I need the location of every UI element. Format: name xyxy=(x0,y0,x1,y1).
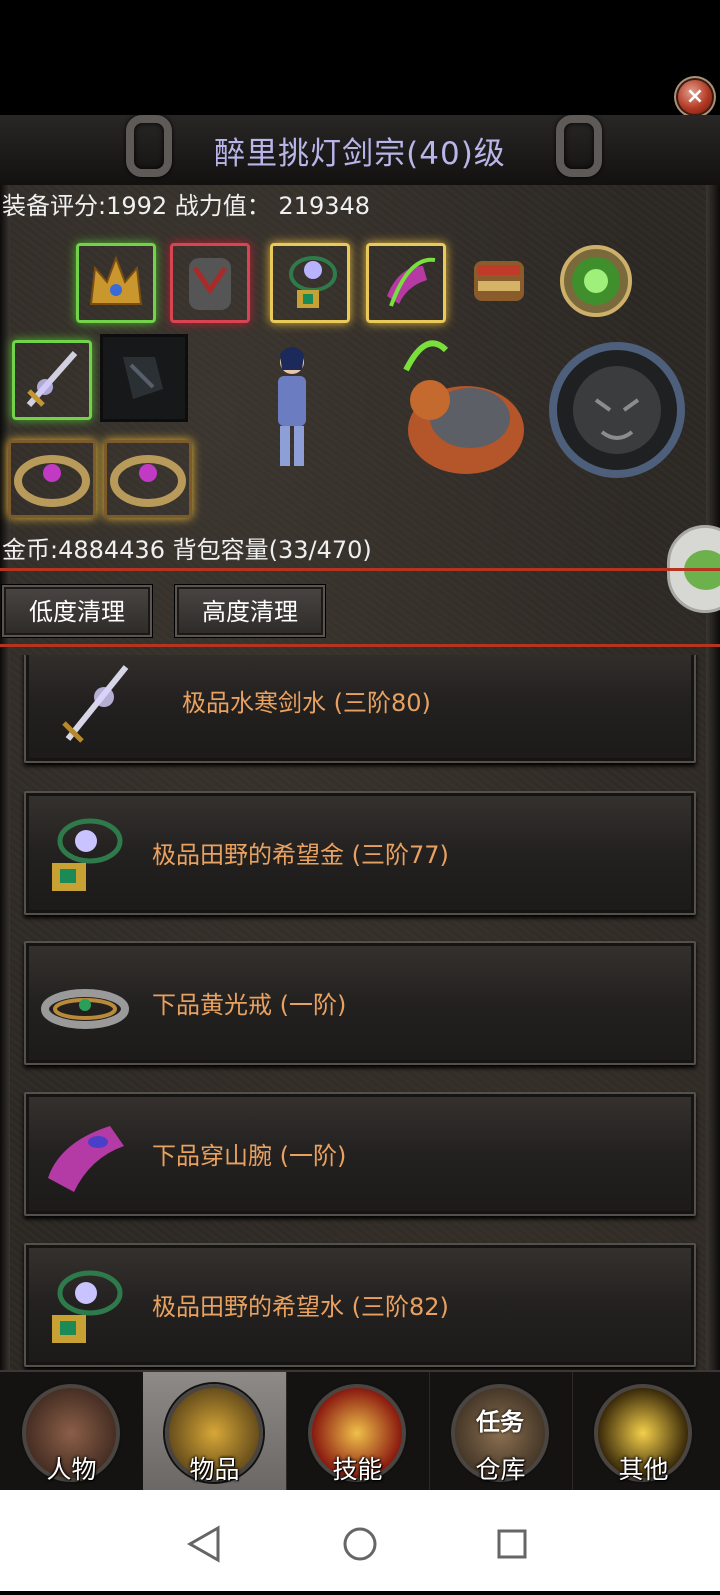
list-item[interactable]: 极品田野的希望金 (三阶77) xyxy=(24,791,696,915)
bracer-icon xyxy=(40,1112,130,1202)
gold-capacity-text: 金币:4884436 背包容量(33/470) xyxy=(2,536,372,564)
helmet-slot[interactable] xyxy=(76,243,156,323)
item-name: 下品穿山腕 (一阶) xyxy=(152,1142,347,1170)
sword-icon xyxy=(26,351,78,407)
item-name: 极品水寒剑水 (三阶80) xyxy=(182,689,431,717)
tab-character[interactable]: 人物 xyxy=(0,1372,144,1492)
divider xyxy=(0,644,720,647)
item-name: 极品田野的希望金 (三阶77) xyxy=(152,841,449,869)
ring-icon xyxy=(110,455,186,507)
armor-slot[interactable] xyxy=(170,243,250,323)
status-area xyxy=(0,0,720,115)
tiger-icon xyxy=(549,342,685,478)
armor-icon xyxy=(189,258,231,310)
high-clean-button[interactable]: 高度清理 xyxy=(175,585,325,637)
orb-slot[interactable] xyxy=(556,243,632,317)
system-nav-bar xyxy=(0,1490,720,1591)
weapon-slot[interactable] xyxy=(12,340,92,420)
bottom-tab-bar: 人物 物品 技能 任务 仓库 其他 xyxy=(0,1370,720,1492)
ring-icon xyxy=(40,961,130,1051)
ring-slot-left[interactable] xyxy=(8,440,96,518)
low-clean-button[interactable]: 低度清理 xyxy=(2,585,152,637)
recents-icon[interactable] xyxy=(497,1529,527,1559)
shoes-slot[interactable] xyxy=(100,334,188,422)
sword-icon xyxy=(56,657,146,747)
list-item[interactable]: 下品黄光戒 (一阶) xyxy=(24,941,696,1065)
ring-slot-right[interactable] xyxy=(104,440,192,518)
list-item[interactable]: 极品田野的希望水 (三阶82) xyxy=(24,1243,696,1367)
item-list[interactable]: 极品水寒剑水 (三阶80) 极品田野的希望金 (三阶77) 下品黄光戒 (一阶)… xyxy=(0,655,720,1370)
boots-icon xyxy=(123,357,163,399)
character-avatar xyxy=(262,340,322,480)
tab-skills[interactable]: 技能 xyxy=(286,1372,430,1492)
item-name: 下品黄光戒 (一阶) xyxy=(152,991,347,1019)
item-name: 极品田野的希望水 (三阶82) xyxy=(152,1293,449,1321)
close-button[interactable]: × xyxy=(678,80,712,114)
character-figure-icon xyxy=(278,347,306,466)
bracer-slot[interactable] xyxy=(366,243,446,323)
score-stats: 装备评分:1992 战力值： 219348 xyxy=(2,192,371,220)
gloves-slot[interactable] xyxy=(462,243,536,317)
crown-icon xyxy=(89,255,143,305)
amulet-icon xyxy=(40,811,130,901)
turtle-pet-icon xyxy=(403,340,524,474)
necklace-slot[interactable] xyxy=(270,243,350,323)
mount-tiger-emblem xyxy=(544,340,690,480)
tab-other[interactable]: 其他 xyxy=(572,1372,715,1492)
home-icon[interactable] xyxy=(343,1527,377,1561)
amulet-icon xyxy=(289,256,337,308)
list-item[interactable]: 极品水寒剑水 (三阶80) xyxy=(24,655,696,763)
back-icon[interactable] xyxy=(186,1525,220,1563)
list-item[interactable]: 下品穿山腕 (一阶) xyxy=(24,1092,696,1216)
orb-icon xyxy=(560,245,632,317)
bracer-icon xyxy=(387,257,436,307)
ring-icon xyxy=(14,455,90,507)
tab-warehouse[interactable]: 任务 仓库 xyxy=(429,1372,573,1492)
task-badge: 任务 xyxy=(476,1408,524,1436)
page-title: 醉里挑灯剑宗(40)级 xyxy=(214,136,506,172)
amulet-icon xyxy=(40,1263,130,1353)
tab-items[interactable]: 物品 xyxy=(143,1372,287,1492)
pet-turtle xyxy=(386,330,536,490)
divider xyxy=(0,568,720,571)
gauntlet-icon xyxy=(474,261,524,301)
